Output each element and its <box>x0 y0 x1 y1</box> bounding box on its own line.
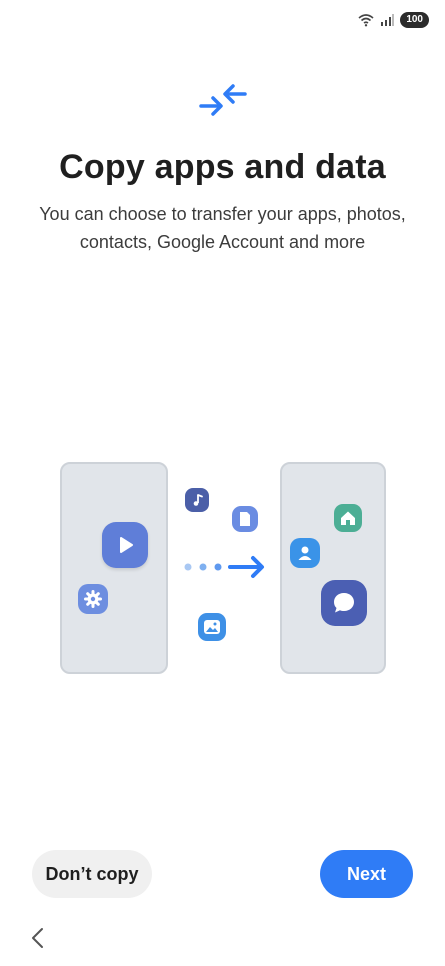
dont-copy-button[interactable]: Don’t copy <box>32 850 152 898</box>
image-icon <box>198 613 226 641</box>
page-title: Copy apps and data <box>59 148 386 186</box>
signal-icon <box>381 14 395 26</box>
music-note-icon <box>185 488 209 512</box>
next-button[interactable]: Next <box>320 850 413 898</box>
battery-indicator: 100 <box>400 12 429 28</box>
source-phone <box>60 462 168 674</box>
page-subtitle: You can choose to transfer your apps, ph… <box>39 204 406 252</box>
gear-icon <box>78 584 108 614</box>
status-bar: 100 <box>358 10 429 30</box>
document-icon <box>232 506 258 532</box>
contact-icon <box>290 538 320 568</box>
back-chevron-icon[interactable] <box>28 926 48 950</box>
transfer-progress-arrow <box>184 556 264 578</box>
transfer-arrows-icon <box>199 84 247 116</box>
home-icon <box>334 504 362 532</box>
wifi-icon <box>358 14 374 27</box>
play-icon <box>102 522 148 568</box>
target-phone <box>280 462 386 674</box>
chat-icon <box>321 580 367 626</box>
